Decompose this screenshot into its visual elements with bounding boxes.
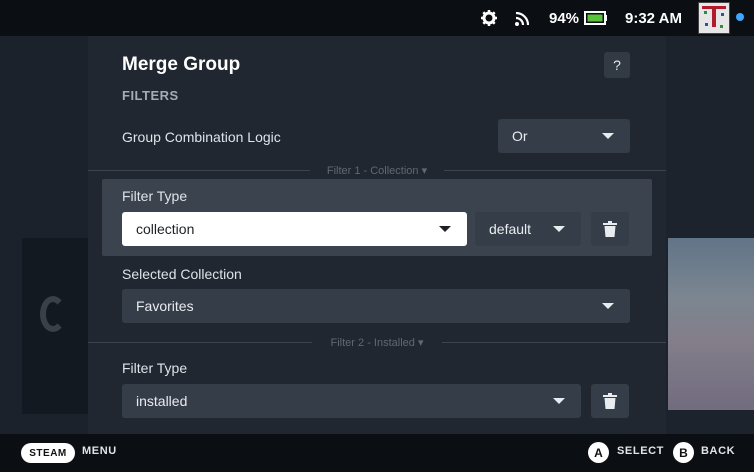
selected-collection-label: Selected Collection	[122, 266, 242, 282]
filter-1-divider: Filter 1 - Collection ▾	[88, 164, 666, 177]
filter-2-type-dropdown[interactable]: installed	[122, 384, 581, 418]
steam-button[interactable]: STEAM	[21, 443, 75, 463]
status-bar: 94% 9:32 AM	[0, 0, 754, 36]
filter-1-divider-label: Filter 1 - Collection	[326, 165, 419, 177]
select-label: SELECT	[617, 445, 664, 457]
back-label: BACK	[701, 445, 736, 457]
filter-2-type-label: Filter Type	[122, 360, 188, 376]
battery-icon[interactable]	[584, 0, 608, 36]
notification-dot	[736, 13, 744, 21]
steam-deck-screen: { "status_bar": { "battery_percent": "94…	[0, 0, 754, 472]
help-button[interactable]: ?	[604, 52, 630, 78]
combination-logic-label: Group Combination Logic	[122, 129, 281, 145]
selected-collection-dropdown[interactable]: Favorites	[122, 289, 630, 323]
settings-gear-icon[interactable]	[480, 0, 498, 36]
selected-collection-value: Favorites	[136, 298, 194, 314]
filter-2-type-value: installed	[136, 393, 188, 409]
filter-1-mode-value: default	[489, 221, 532, 237]
a-button-icon[interactable]: A	[588, 442, 609, 463]
filter-1-type-value: collection	[136, 221, 195, 237]
trash-icon	[603, 393, 617, 409]
menu-label: MENU	[82, 445, 117, 457]
modal-title: Merge Group	[122, 54, 241, 75]
battery-percent: 94%	[549, 9, 580, 27]
chevron-down-icon	[602, 133, 614, 139]
filter-1-delete-button[interactable]	[591, 212, 629, 246]
footer-button-bar: STEAM MENU A SELECT B BACK	[0, 434, 754, 472]
filter-1-mode-dropdown[interactable]: default	[475, 212, 581, 246]
clock: 9:32 AM	[625, 9, 682, 27]
chevron-down-icon	[553, 398, 565, 404]
filter-2-delete-button[interactable]	[591, 384, 629, 418]
filter-2-divider-label: Filter 2 - Installed	[330, 337, 415, 349]
filters-section-header: FILTERS	[122, 88, 179, 103]
combination-logic-value: Or	[512, 128, 528, 144]
chevron-down-icon	[602, 303, 614, 309]
wifi-icon[interactable]	[514, 0, 532, 36]
filter-1-type-dropdown[interactable]: collection	[122, 212, 467, 246]
b-button-icon[interactable]: B	[673, 442, 694, 463]
filter-1-type-label: Filter Type	[122, 188, 188, 204]
merge-group-modal: Merge Group ? FILTERS Group Combination …	[88, 36, 666, 434]
background-game-art-right	[668, 238, 754, 410]
chevron-down-icon: ▾	[417, 337, 424, 349]
trash-icon	[603, 221, 617, 237]
combination-logic-dropdown[interactable]: Or	[498, 119, 630, 153]
background-logo-icon	[40, 296, 66, 332]
chevron-down-icon	[553, 226, 565, 232]
avatar[interactable]	[698, 2, 730, 34]
filter-2-divider: Filter 2 - Installed ▾	[88, 336, 666, 349]
chevron-down-icon	[439, 226, 451, 232]
chevron-down-icon: ▾	[421, 165, 428, 177]
